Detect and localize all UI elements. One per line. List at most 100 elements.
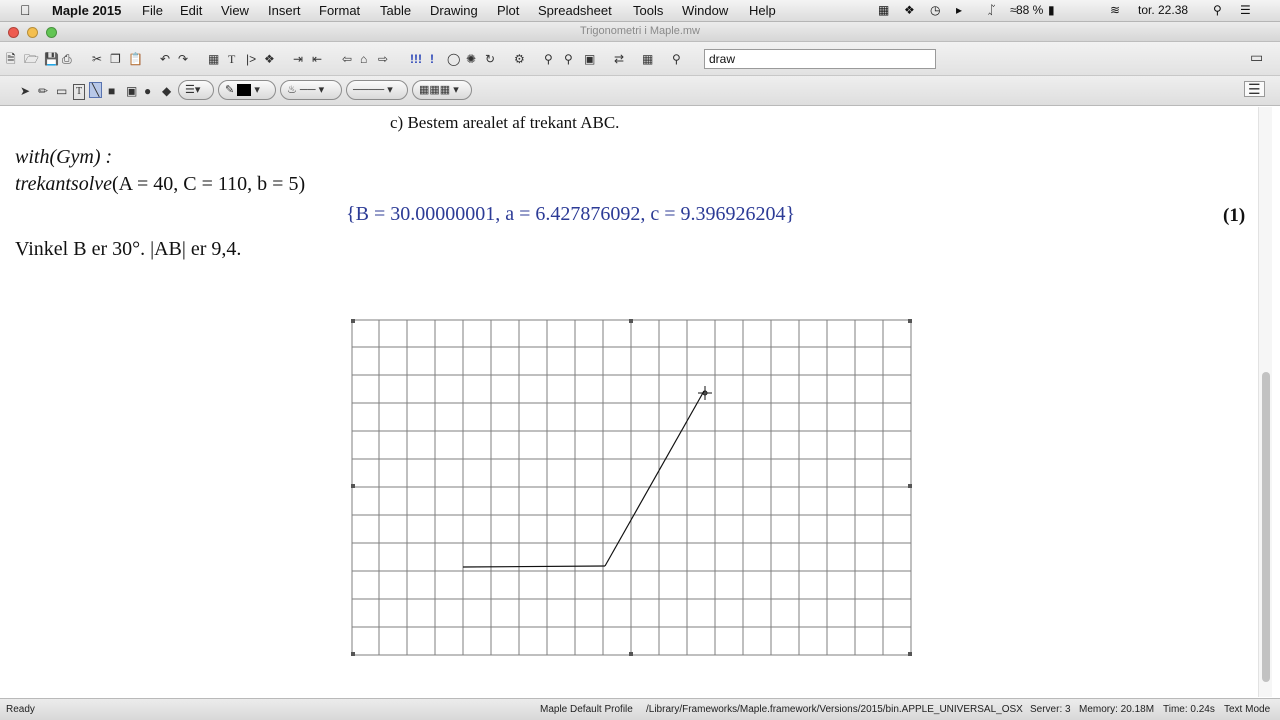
alignment-dropdown[interactable]: ☰▾ xyxy=(178,80,214,100)
text-tool-icon[interactable]: T xyxy=(73,84,86,100)
home-icon[interactable]: ⌂ xyxy=(360,52,367,66)
status-server: Server: 3 xyxy=(1030,704,1071,715)
debug-icon[interactable]: ✺ xyxy=(466,52,476,66)
drawing-canvas[interactable] xyxy=(351,319,914,657)
zoom-in-icon[interactable]: ⚲ xyxy=(544,52,553,66)
grid-view-icon[interactable]: ▦ xyxy=(642,52,653,66)
menu-drawing[interactable]: Drawing xyxy=(430,3,478,18)
swap-arrows-icon[interactable]: ⇄ xyxy=(614,52,624,66)
line-style-dropdown[interactable]: ──── ▾ xyxy=(346,80,408,100)
menu-edit[interactable]: Edit xyxy=(180,3,202,18)
line-tool-icon[interactable]: ╲ xyxy=(89,82,103,98)
execute-all-icon[interactable]: !!! xyxy=(410,52,422,66)
line-style-icon: ──── xyxy=(353,84,385,96)
dropbox-icon[interactable]: ❖ xyxy=(904,3,915,17)
zoom-out-icon[interactable]: ⚲ xyxy=(564,52,573,66)
eraser-icon[interactable]: ▭ xyxy=(56,84,67,98)
spotlight-search-icon[interactable]: ⚲ xyxy=(1213,3,1222,17)
menu-help[interactable]: Help xyxy=(749,3,776,18)
resize-handle[interactable] xyxy=(351,652,355,656)
redo-icon[interactable]: ↷ xyxy=(178,52,188,66)
copy-icon[interactable]: ❐ xyxy=(110,52,121,66)
list-view-icon[interactable]: ☰ xyxy=(1244,81,1265,97)
notification-center-icon[interactable]: ☰ xyxy=(1240,3,1251,17)
menu-view[interactable]: View xyxy=(221,3,249,18)
menu-window[interactable]: Window xyxy=(682,3,728,18)
resize-handle[interactable] xyxy=(351,319,355,323)
resize-handle[interactable] xyxy=(629,319,633,323)
save-icon[interactable]: 💾 xyxy=(44,52,59,66)
rectangle-tool-icon[interactable]: ■ xyxy=(108,84,115,98)
status-memory: Memory: 20.18M xyxy=(1079,704,1155,715)
print-icon[interactable]: ⎙ xyxy=(62,52,72,66)
resize-handle[interactable] xyxy=(908,319,912,323)
indent-icon[interactable]: ⇥ xyxy=(293,52,303,66)
diamond-tool-icon[interactable]: ◆ xyxy=(162,84,171,98)
math-input-with[interactable]: with(Gym) : xyxy=(15,146,112,169)
clock[interactable]: tor. 22.38 xyxy=(1138,3,1188,17)
menu-tools[interactable]: Tools xyxy=(633,3,663,18)
forward-arrow-icon[interactable]: ⇨ xyxy=(378,52,388,66)
cut-icon[interactable]: ✂ xyxy=(92,52,102,66)
time-machine-icon[interactable]: ◷ xyxy=(930,3,940,17)
fill-color-dropdown[interactable]: ♨ ── ▾ xyxy=(280,80,342,100)
fill-bucket-icon: ♨ xyxy=(287,84,297,96)
menu-plot[interactable]: Plot xyxy=(497,3,519,18)
resize-handle[interactable] xyxy=(908,484,912,488)
mac-menubar:  Maple 2015 File Edit View Insert Forma… xyxy=(0,0,1280,22)
triangle-side-slanted[interactable] xyxy=(604,390,705,567)
execution-group-icon[interactable]: |> xyxy=(246,52,256,66)
math-input-trekantsolve[interactable]: trekantsolve(A = 40, C = 110, b = 5) xyxy=(15,173,305,196)
window-menu-icon[interactable]: ▦ xyxy=(878,3,889,17)
menu-format[interactable]: Format xyxy=(319,3,360,18)
select-pointer-icon[interactable]: ➤ xyxy=(20,84,30,98)
help-search-icon[interactable]: ⚲ xyxy=(672,52,681,66)
execute-icon[interactable]: ! xyxy=(430,52,434,66)
settings-gear-icon[interactable]: ⚙ xyxy=(514,52,525,66)
text-mode-icon[interactable]: T xyxy=(228,52,235,66)
stop-icon[interactable]: ◯ xyxy=(447,52,460,66)
function-name: trekantsolve xyxy=(15,173,113,195)
pen-icon: ✎ xyxy=(225,84,235,96)
grid-icon: ▦▦▦ xyxy=(419,84,451,96)
status-bar: Ready Maple Default Profile /Library/Fra… xyxy=(0,698,1280,720)
canvas-svg[interactable] xyxy=(351,319,914,657)
scrollbar-thumb[interactable] xyxy=(1262,372,1270,682)
open-folder-icon[interactable]: 🗁 xyxy=(24,52,39,66)
search-input[interactable]: draw xyxy=(704,49,936,69)
restart-icon[interactable]: ↻ xyxy=(485,52,495,66)
resize-handle[interactable] xyxy=(908,652,912,656)
new-document-icon[interactable]: 🗎 xyxy=(6,52,16,66)
battery-icon[interactable]: ▮ xyxy=(1048,3,1055,17)
toolbar-toggle-icon[interactable]: ▭ xyxy=(1250,50,1263,64)
apple-icon[interactable]:  xyxy=(20,2,31,18)
wifi-signal-icon[interactable]: ≋ xyxy=(1110,3,1120,17)
paste-icon[interactable]: 📋 xyxy=(128,52,143,66)
zoom-fit-icon[interactable]: ▣ xyxy=(584,52,595,66)
resize-handle[interactable] xyxy=(351,484,355,488)
back-arrow-icon[interactable]: ⇦ xyxy=(342,52,352,66)
volume-icon[interactable]: ▸ xyxy=(956,3,962,17)
menu-table[interactable]: Table xyxy=(380,3,411,18)
window-title: Trigonometri i Maple.mw xyxy=(579,25,700,37)
undo-icon[interactable]: ↶ xyxy=(160,52,170,66)
triangle-side-base[interactable] xyxy=(462,565,606,568)
menu-insert[interactable]: Insert xyxy=(268,3,301,18)
grid-dropdown[interactable]: ▦▦▦ ▾ xyxy=(412,80,472,100)
vertical-scrollbar[interactable] xyxy=(1258,107,1272,697)
stroke-color-dropdown[interactable]: ✎ ▾ xyxy=(218,80,276,100)
section-icon[interactable]: ❖ xyxy=(264,52,275,66)
bluetooth-icon[interactable]: ᛢ xyxy=(988,3,995,17)
pencil-icon[interactable]: ✏ xyxy=(38,84,48,98)
question-text: c) Bestem arealet af trekant ABC. xyxy=(390,113,620,132)
outdent-icon[interactable]: ⇤ xyxy=(312,52,322,66)
worksheet[interactable]: c) Bestem arealet af trekant ABC. with(G… xyxy=(8,107,1258,697)
app-menu[interactable]: Maple 2015 xyxy=(52,3,121,18)
math-input-icon[interactable]: ▦ xyxy=(208,52,219,66)
menu-spreadsheet[interactable]: Spreadsheet xyxy=(538,3,612,18)
ellipse-tool-icon[interactable]: ● xyxy=(144,84,151,98)
menu-file[interactable]: File xyxy=(142,3,163,18)
rounded-rectangle-tool-icon[interactable]: ▣ xyxy=(126,84,137,98)
answer-paragraph[interactable]: Vinkel B er 30°. |AB| er 9,4. xyxy=(15,238,241,261)
resize-handle[interactable] xyxy=(629,652,633,656)
